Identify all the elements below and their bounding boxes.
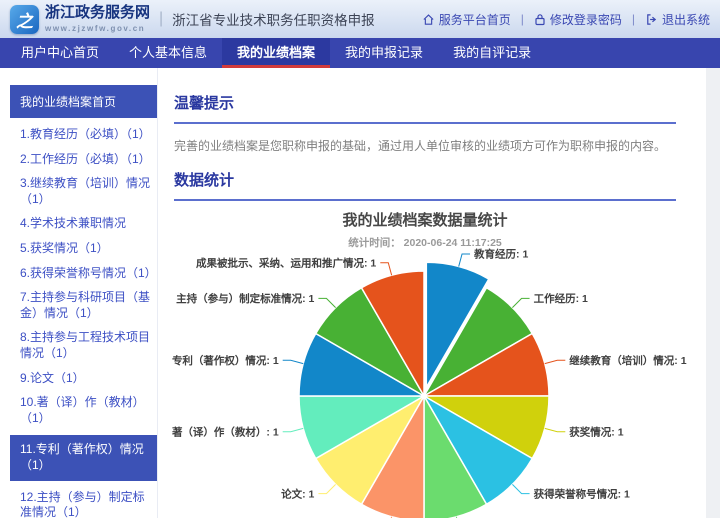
pie-label-line-9 [283, 360, 304, 363]
tips-body: 完善的业绩档案是您职称申报的基础，通过用人单位审核的业绩项方可作为职称申报的内容… [174, 137, 676, 154]
platform-home-label: 服务平台首页 [439, 11, 511, 28]
pie-label-line-0 [459, 254, 470, 267]
pie-label-line-7 [318, 484, 335, 493]
sidebar: 我的业绩档案首页 1.教育经历（必填）（1） 2.工作经历（必填）（1） 3.继… [0, 68, 158, 518]
pie-label-4: 获得荣誉称号情况: 1 [534, 487, 630, 500]
pie-label-line-3 [545, 428, 566, 431]
app-title: 浙江省专业技术职务任职资格申报 [172, 9, 375, 29]
tab-self-evaluation-records[interactable]: 我的自评记录 [438, 38, 546, 68]
sidebar-item-research-projects[interactable]: 7.主持参与科研项目（基金）情况（1） [10, 290, 157, 321]
statistics-chart: 我的业绩档案数据量统计 统计时间： 2020-06-24 11:17:25 教育… [174, 201, 676, 518]
site-name: 浙江政务服务网 [45, 5, 150, 22]
home-icon [422, 13, 435, 26]
platform-home-link[interactable]: 服务平台首页 [422, 11, 511, 28]
pie-label-8: 著（译）作（教材）: 1 [171, 425, 279, 438]
logout-icon [645, 13, 658, 26]
change-password-label: 修改登录密码 [550, 11, 622, 28]
sidebar-item-patents[interactable]: 11.专利（著作权）情况（1） [10, 435, 157, 480]
stats-title: 数据统计 [174, 169, 676, 190]
header-links: 服务平台首页 | 修改登录密码 | 退出系统 [422, 11, 710, 28]
sidebar-item-work-experience[interactable]: 2.工作经历（必填）（1） [10, 152, 157, 168]
tab-performance-archive[interactable]: 我的业绩档案 [222, 38, 330, 68]
logout-label: 退出系统 [662, 11, 710, 28]
tab-personal-info[interactable]: 个人基本信息 [114, 38, 222, 68]
main-panel: 温馨提示 完善的业绩档案是您职称申报的基础，通过用人单位审核的业绩项方可作为职称… [158, 68, 706, 518]
pie-label-9: 专利（著作权）情况: 1 [172, 354, 279, 367]
header-divider: | [159, 10, 163, 28]
site-url: www.zjzwfw.gov.cn [45, 24, 150, 33]
sidebar-item-education[interactable]: 1.教育经历（必填）（1） [10, 127, 157, 143]
link-separator: | [521, 12, 524, 26]
pie-label-line-1 [512, 298, 529, 307]
chart-title: 我的业绩档案数据量统计 [174, 209, 676, 230]
lock-icon [534, 13, 546, 26]
site-logo-icon[interactable]: 之 [10, 5, 39, 34]
sidebar-item-awards[interactable]: 5.获奖情况（1） [10, 241, 157, 257]
pie-label-line-10 [318, 298, 335, 307]
section-divider [174, 122, 676, 124]
sidebar-item-papers[interactable]: 9.论文（1） [10, 371, 157, 387]
pie-label-1: 工作经历: 1 [534, 292, 588, 305]
tab-user-center-home[interactable]: 用户中心首页 [6, 38, 114, 68]
site-header: 之 浙江政务服务网 www.zjzwfw.gov.cn | 浙江省专业技术职务任… [0, 0, 720, 38]
sidebar-item-engineering-projects[interactable]: 8.主持参与工程技术项目情况（1） [10, 330, 157, 361]
pie-label-10: 主持（参与）制定标准情况: 1 [176, 292, 314, 305]
pie-label-3: 获奖情况: 1 [569, 425, 623, 438]
pie-label-line-4 [512, 484, 529, 493]
chart-subtitle: 统计时间： 2020-06-24 11:17:25 [174, 235, 676, 250]
tips-title: 温馨提示 [174, 92, 676, 113]
logout-link[interactable]: 退出系统 [645, 11, 710, 28]
sidebar-item-honor-titles[interactable]: 6.获得荣誉称号情况（1） [10, 266, 157, 282]
pie-label-7: 论文: 1 [281, 487, 314, 500]
link-separator: | [632, 12, 635, 26]
logo-text-block: 浙江政务服务网 www.zjzwfw.gov.cn [45, 5, 150, 33]
pie-label-11: 成果被批示、采纳、运用和推广情况: 1 [196, 256, 376, 269]
sidebar-item-standards[interactable]: 12.主持（参与）制定标准情况（1） [10, 490, 157, 518]
chart-header: 我的业绩档案数据量统计 统计时间： 2020-06-24 11:17:25 [174, 201, 676, 250]
pie-label-2: 继续教育（培训）情况: 1 [569, 354, 686, 367]
logo-glyph: 之 [16, 7, 33, 32]
pie-label-line-2 [545, 360, 566, 363]
content-area: 我的业绩档案首页 1.教育经历（必填）（1） 2.工作经历（必填）（1） 3.继… [0, 68, 706, 518]
change-password-link[interactable]: 修改登录密码 [534, 11, 622, 28]
tab-declaration-records[interactable]: 我的申报记录 [330, 38, 438, 68]
main-nav: 用户中心首页 个人基本信息 我的业绩档案 我的申报记录 我的自评记录 [0, 38, 720, 68]
sidebar-item-books[interactable]: 10.著（译）作（教材）（1） [10, 395, 157, 426]
sidebar-item-academic-posts[interactable]: 4.学术技术兼职情况 [10, 216, 157, 232]
pie-label-line-8 [283, 428, 304, 431]
sidebar-archive-home[interactable]: 我的业绩档案首页 [10, 85, 157, 118]
sidebar-item-continuing-education[interactable]: 3.继续教育（培训）情况（1） [10, 176, 157, 207]
pie-label-line-11 [380, 263, 391, 276]
